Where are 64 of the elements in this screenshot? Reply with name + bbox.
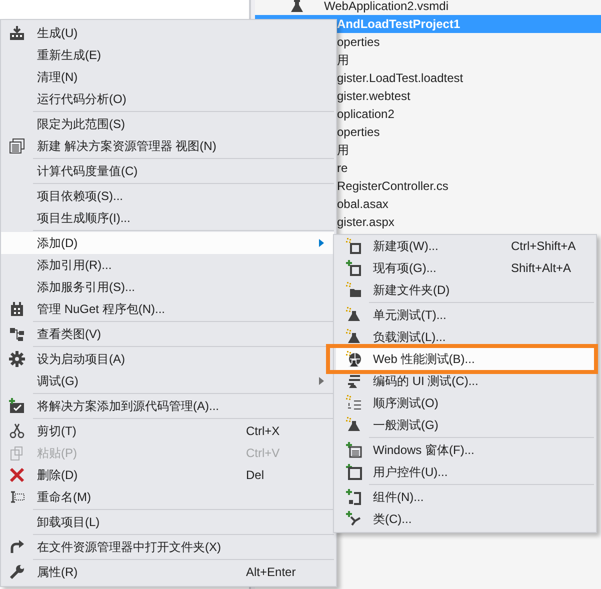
- menu-item[interactable]: 重命名(M): [1, 486, 334, 508]
- existing-item-icon: [346, 260, 362, 276]
- menu-item[interactable]: 计算代码度量值(C): [1, 160, 334, 182]
- build-icon: [9, 25, 25, 41]
- flask-icon: [346, 329, 362, 345]
- menu-item[interactable]: Windows 窗体(F)...: [336, 439, 594, 461]
- shortcut-label: Ctrl+Shift+A: [511, 239, 576, 253]
- menu-item[interactable]: 编码的 UI 测试(C)...: [336, 370, 594, 392]
- tree-item[interactable]: WebApplication2.vsmdi: [255, 0, 601, 15]
- menu-item[interactable]: 负载测试(L)...: [336, 326, 594, 348]
- menu-item[interactable]: 清理(N): [1, 66, 334, 88]
- rename-icon: [9, 489, 25, 505]
- menu-item[interactable]: 项目依赖项(S)...: [1, 185, 334, 207]
- delete-icon: [9, 467, 25, 483]
- menu-item[interactable]: 顺序测试(O): [336, 392, 594, 414]
- gear-icon: [9, 351, 25, 367]
- class-diagram-icon: [9, 326, 25, 342]
- menu-item[interactable]: 项目生成顺序(I)...: [1, 207, 334, 229]
- menu-item[interactable]: 剪切(T) Ctrl+X: [1, 420, 334, 442]
- window-icon: [9, 138, 25, 154]
- menu-item[interactable]: 限定为此范围(S): [1, 113, 334, 135]
- shortcut-label: Alt+Enter: [246, 565, 296, 579]
- menu-item[interactable]: 类(C)...: [336, 508, 594, 530]
- menu-item[interactable]: 组件(N)...: [336, 486, 594, 508]
- menu-item[interactable]: 属性(R) Alt+Enter: [1, 561, 334, 583]
- web-test-icon: [346, 351, 362, 367]
- shortcut-label: Ctrl+X: [246, 424, 280, 438]
- menu-item[interactable]: 运行代码分析(O): [1, 88, 334, 110]
- shortcut-label: Ctrl+V: [246, 446, 280, 460]
- user-control-icon: [346, 464, 362, 480]
- menu-item[interactable]: 在文件资源管理器中打开文件夹(X): [1, 536, 334, 558]
- new-item-icon: [346, 238, 362, 254]
- menu-item[interactable]: 查看类图(V): [1, 323, 334, 345]
- redo-arrow-icon: [9, 539, 25, 555]
- wrench-icon: [9, 564, 25, 580]
- menu-item[interactable]: 将解决方案添加到源代码管理(A)...: [1, 395, 334, 417]
- clipboard-icon: [9, 445, 25, 461]
- menu-item[interactable]: 卸载项目(L): [1, 511, 334, 533]
- scissors-icon: [9, 423, 25, 439]
- menu-item[interactable]: 添加(D): [1, 232, 334, 254]
- windows-form-icon: [346, 442, 362, 458]
- shortcut-label: Del: [246, 468, 264, 482]
- menu-item[interactable]: 重新生成(E): [1, 44, 334, 66]
- menu-item[interactable]: 新建项(W)... Ctrl+Shift+A: [336, 235, 594, 257]
- menu-item[interactable]: 管理 NuGet 程序包(N)...: [1, 298, 334, 320]
- flask-icon: [346, 417, 362, 433]
- menu-item[interactable]: 一般测试(G): [336, 414, 594, 436]
- package-icon: [9, 301, 25, 317]
- menu-item[interactable]: 添加服务引用(S)...: [1, 276, 334, 298]
- menu-item[interactable]: 单元测试(T)...: [336, 304, 594, 326]
- menu-item[interactable]: 删除(D) Del: [1, 464, 334, 486]
- add-to-source-icon: [9, 398, 25, 414]
- flask-icon: [289, 0, 305, 14]
- menu-item[interactable]: 新建文件夹(D): [336, 279, 594, 301]
- menu-item[interactable]: 用户控件(U)...: [336, 461, 594, 483]
- flask-icon: [346, 307, 362, 323]
- menu-item[interactable]: 新建 解决方案资源管理器 视图(N): [1, 135, 334, 157]
- menu-item[interactable]: 现有项(G)... Shift+Alt+A: [336, 257, 594, 279]
- new-folder-icon: [346, 282, 362, 298]
- class-icon: [346, 511, 362, 527]
- menu-item[interactable]: 添加引用(R)...: [1, 254, 334, 276]
- ordered-list-icon: [346, 395, 362, 411]
- menu-item[interactable]: 调试(G): [1, 370, 334, 392]
- shortcut-label: Shift+Alt+A: [511, 261, 572, 275]
